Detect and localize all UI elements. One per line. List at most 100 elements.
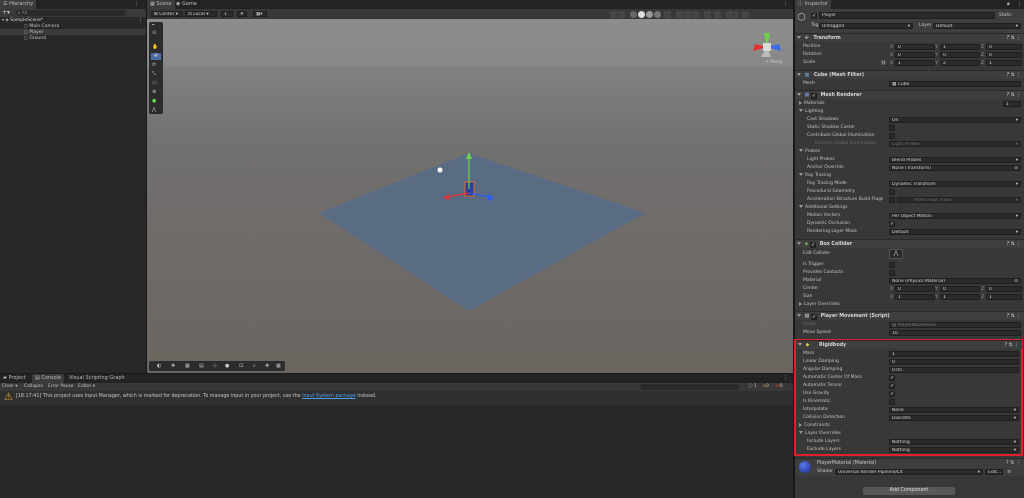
sphere-icon[interactable]: ● [225, 363, 229, 369]
transform-header[interactable]: ✣ Transform ? ⇅ ⋮ [795, 33, 1024, 42]
size-z-field[interactable]: 1 [986, 294, 1022, 300]
component-menu-icons[interactable]: ? ⇅ ⋮ [1007, 312, 1021, 321]
editor-tool-icon[interactable]: ⋀ [152, 107, 156, 113]
procedural-geometry-checkbox[interactable] [889, 189, 895, 195]
hierarchy-item-ground[interactable]: ▢ Ground [0, 35, 146, 41]
frame-icon[interactable]: ⊡ [239, 363, 243, 369]
shader-edit-button[interactable]: Edit... [985, 469, 1003, 475]
is-trigger-checkbox[interactable] [889, 262, 895, 268]
snap-dropdown[interactable]: ▦▾ [253, 11, 267, 17]
grid-icon[interactable]: ▦ [185, 363, 190, 369]
angular-damping-field[interactable]: 0.05 [889, 367, 1019, 373]
tag-dropdown[interactable]: Untagged ▾ [819, 23, 913, 29]
gizmos-dropdown-icon[interactable] [734, 11, 738, 18]
more-menu-icon[interactable]: ≡ [1007, 469, 1011, 475]
enabled-checkbox[interactable]: ✓ [810, 93, 817, 99]
use-gravity-checkbox[interactable]: ✓ [889, 391, 895, 397]
auto-com-checkbox[interactable]: ✓ [889, 375, 895, 381]
add-component-button[interactable]: Add Component [863, 487, 955, 495]
editor-dropdown[interactable]: Editor ▾ [78, 383, 95, 391]
move-speed-field[interactable]: 10 [889, 330, 1021, 336]
auto-tensor-checkbox[interactable]: ✓ [889, 383, 895, 389]
tab-game[interactable]: ◉ Game [173, 0, 200, 9]
grid-dropdown[interactable]: # [237, 11, 247, 17]
info-count[interactable]: ⓘ 1 [748, 383, 757, 391]
player-movement-header[interactable]: ▤ ✓ Player Movement (Script) ? ⇅ ⋮ [795, 311, 1024, 320]
tab-project[interactable]: ▰ Project [0, 374, 29, 383]
rigidbody-header[interactable]: ◆ Rigidbody ? ⇅ ⋮ [796, 340, 1022, 349]
console-message-row[interactable]: ⚠ [18:17:41] This project uses Input Man… [0, 391, 793, 405]
collapse-button[interactable]: Collapse [24, 383, 43, 391]
shading-lit-icon[interactable] [646, 11, 653, 18]
gizmos-icon[interactable] [726, 11, 733, 18]
cast-shadows-dropdown[interactable]: On ▾ [889, 117, 1021, 123]
lock-icon[interactable]: 🔒︎ [1007, 1, 1010, 7]
persp-label[interactable]: < Persp [765, 59, 783, 65]
more-menu-icon[interactable]: ⋮ [1017, 1, 1022, 7]
grid-snap-field[interactable]: 1 [221, 11, 233, 17]
shader-dropdown[interactable]: Universal Render Pipeline/Lit ▾ [835, 469, 983, 475]
interpolate-dropdown[interactable]: None ▾ [889, 407, 1019, 413]
static-toggle[interactable]: Static [999, 13, 1012, 18]
tab-visual-scripting[interactable]: Visual Scripting Graph [66, 374, 128, 383]
position-x-field[interactable]: 0 [895, 44, 935, 50]
physics-material-field[interactable]: None (Physics Material) ⊙ [889, 278, 1021, 284]
mesh-filter-header[interactable]: ▦ Cube (Mesh Filter) ? ⇅ ⋮ [795, 70, 1024, 79]
pan-icon[interactable]: ⊹ [213, 363, 217, 369]
hand-tool-icon[interactable]: ✋ [152, 44, 158, 50]
size-x-field[interactable]: 1 [895, 294, 935, 300]
position-z-field[interactable]: 0 [986, 44, 1022, 50]
globe-icon[interactable] [618, 11, 625, 18]
mesh-renderer-header[interactable]: ▦ ✓ Mesh Renderer ? ⇅ ⋮ [795, 90, 1024, 99]
error-pause-button[interactable]: Error Pause [48, 383, 74, 391]
scale-y-field[interactable]: 2 [940, 60, 980, 66]
mesh-field[interactable]: ▦ Cube [889, 81, 1021, 87]
material-title[interactable]: PlayerMaterial (Material) [817, 461, 876, 466]
materials-count-field[interactable]: 1 [1003, 101, 1021, 107]
component-menu-icons[interactable]: ? ⇅ ⋮ [1007, 71, 1021, 80]
ray-tracing-foldout[interactable]: Ray Tracing [797, 172, 831, 180]
accel-flags-checkbox[interactable] [889, 197, 895, 203]
scale-tool-icon[interactable]: ⤡ [152, 71, 156, 77]
move-tool-icon[interactable]: ✥ [151, 53, 161, 60]
drag-handle-icon[interactable]: ═ [152, 22, 154, 27]
ray-tracing-mode-dropdown[interactable]: Dynamic Transform ▾ [889, 181, 1021, 187]
more-menu-icon[interactable]: ⋮ [783, 1, 788, 7]
mass-field[interactable]: 1 [889, 351, 1019, 357]
scale-x-field[interactable]: 1 [895, 60, 935, 66]
zoom-icon[interactable]: ⌕ [253, 363, 256, 369]
probes-foldout[interactable]: Probes [797, 148, 820, 156]
enabled-checkbox[interactable]: ✓ [810, 242, 817, 248]
input-system-link[interactable]: Input System package [302, 394, 356, 399]
rendering-layer-mask-dropdown[interactable]: Default ▾ [889, 229, 1021, 235]
clear-button[interactable]: Clear ▾ [2, 383, 17, 391]
view-tool-icon[interactable]: ⊙ [152, 30, 156, 36]
component-menu-icons[interactable]: ? ⇅ ⋮ [1007, 34, 1021, 43]
contribute-gi-checkbox[interactable] [889, 133, 895, 139]
collider-layer-overrides-foldout[interactable]: Layer Overrides [797, 301, 840, 309]
additional-settings-foldout[interactable]: Additional Settings [797, 204, 847, 212]
active-checkbox[interactable]: ✓ [811, 13, 817, 19]
static-shadow-checkbox[interactable] [889, 125, 895, 131]
space-dropdown[interactable]: ⊡ Local ▾ [185, 11, 217, 17]
error-count[interactable]: ⊘0 [776, 383, 783, 391]
tab-inspector[interactable]: ⓘ Inspector [795, 0, 831, 9]
center-y-field[interactable]: 0 [940, 286, 980, 292]
is-kinematic-checkbox[interactable] [889, 399, 895, 405]
audio-toggle-icon[interactable] [684, 11, 691, 18]
pivot-dropdown[interactable]: ⊞ Center ▾ [151, 11, 183, 17]
motion-vectors-dropdown[interactable]: Per Object Motion ▾ [889, 213, 1021, 219]
position-y-field[interactable]: 1 [940, 44, 980, 50]
center-x-field[interactable]: 0 [895, 286, 935, 292]
component-menu-icons[interactable]: ? ⇅ ⋮ [1007, 240, 1021, 249]
lighting-foldout[interactable]: Lighting [797, 108, 823, 116]
size-y-field[interactable]: 1 [940, 294, 980, 300]
layer-dropdown[interactable]: Default ▾ [933, 23, 1021, 29]
more-menu-icon[interactable]: ⋮ [783, 375, 788, 381]
rb-layer-overrides-foldout[interactable]: Layer Overrides [797, 430, 841, 438]
tab-scene[interactable]: ▦ Scene [147, 0, 175, 9]
box-collider-header[interactable]: ◈ ✓ Box Collider ? ⇅ ⋮ [795, 239, 1024, 248]
more-menu-icon[interactable]: ⋮ [134, 1, 139, 7]
snap-icon[interactable]: ✥ [171, 363, 175, 369]
tab-hierarchy[interactable]: ☰ Hierarchy [0, 0, 37, 9]
